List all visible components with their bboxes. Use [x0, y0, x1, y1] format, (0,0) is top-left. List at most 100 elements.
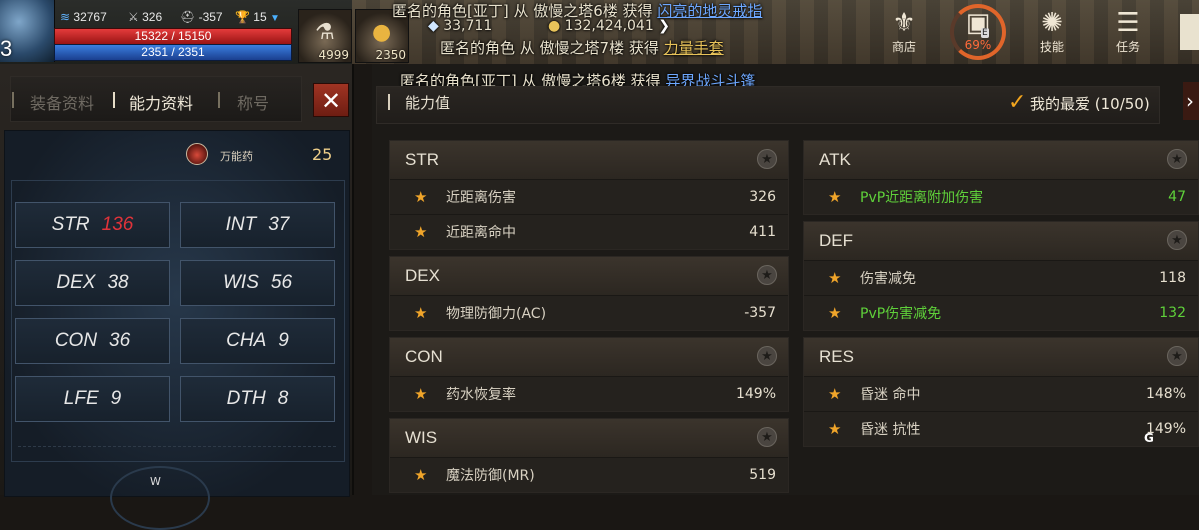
tab-separator [12, 92, 14, 108]
group-title: RES [819, 347, 854, 366]
stat-row-name: 魔法防御(MR) [446, 468, 535, 484]
star-icon: ★ [414, 385, 428, 403]
group-str: STR ★ ★ 近距离伤害 326 ★ 近距离命中 411 [389, 140, 789, 250]
potion-slot-1[interactable]: ⚗ 4999 [298, 9, 352, 63]
stat-row[interactable]: ★ PvP伤害减免 132 [804, 295, 1198, 330]
elixir-name: 万能药 [220, 150, 253, 163]
star-icon: ★ [828, 385, 842, 403]
stat-row[interactable]: ★ 物理防御力(AC) -357 [390, 295, 788, 330]
attack-stat-value: 326 [142, 10, 163, 24]
character-level: 3 [0, 36, 13, 61]
close-button[interactable]: ✕ [313, 83, 349, 117]
menu-skill[interactable]: ✺ 技能 [1024, 8, 1080, 55]
drop-notice-2-item[interactable]: 力量手套 [664, 39, 724, 57]
stat-lfe: LFE 9 [15, 376, 170, 422]
favorite-star-icon[interactable]: ★ [1167, 149, 1187, 169]
sword-icon: ⚔ [128, 10, 139, 24]
quest-scroll-icon: ☰ [1116, 8, 1140, 38]
stat-row-value: -357 [744, 305, 776, 321]
mp-text: 2351 / 2351 [141, 45, 205, 59]
dropdown-arrow-icon[interactable]: ▼ [270, 13, 280, 24]
favorite-star-icon[interactable]: ★ [757, 346, 777, 366]
group-title: WIS [405, 428, 438, 447]
next-arrow-button[interactable]: › [1183, 82, 1199, 120]
divider [18, 446, 336, 447]
stat-row-value: 47 [1168, 189, 1186, 205]
drop-notice-2-text: 匿名的角色 从 傲慢之塔7楼 获得 [440, 39, 664, 57]
stat-wis-label: WIS [222, 272, 259, 293]
trophy-stat-value: 15 [253, 10, 267, 24]
menu-skill-label: 技能 [1039, 40, 1064, 54]
tab-equipment[interactable]: 装备资料 [30, 90, 94, 114]
diamond-value: 33,711 [443, 18, 493, 34]
diamond-icon: ◆ [428, 18, 439, 34]
stat-row-name: PvP伤害减免 [860, 306, 942, 322]
star-icon: ★ [828, 188, 842, 206]
favorite-star-icon[interactable]: ★ [757, 265, 777, 285]
mp-bar: 2351 / 2351 [54, 44, 292, 61]
stat-str: STR 136 [15, 202, 170, 248]
stat-str-label: STR [51, 214, 90, 235]
star-icon: ★ [828, 269, 842, 287]
ability-title: 能力值 [405, 94, 451, 112]
mana-stat: ≋ 32767 [60, 10, 107, 24]
menu-quest[interactable]: ☰ 任务 [1100, 8, 1156, 55]
group-header: ATK ★ [804, 141, 1198, 179]
stat-int-label: INT [225, 214, 257, 235]
stat-con: CON 36 [15, 318, 170, 364]
stat-row[interactable]: ★ 昏迷 命中 148% [804, 376, 1198, 411]
stat-dex: DEX 38 [15, 260, 170, 306]
stat-dth-value: 8 [277, 388, 289, 409]
backpack-badge: E [981, 28, 989, 38]
stat-row[interactable]: ★ 魔法防御(MR) 519 [390, 457, 788, 492]
group-title: CON [405, 347, 443, 366]
stat-row-name: 昏迷 命中 [860, 387, 921, 403]
stat-row[interactable]: ★ 近距离伤害 326 [390, 179, 788, 214]
stat-row[interactable]: ★ 药水恢复率 149% [390, 376, 788, 411]
group-con: CON ★ ★ 药水恢复率 149% [389, 337, 789, 412]
group-header: RES ★ [804, 338, 1198, 376]
star-icon: ★ [414, 223, 428, 241]
menu-shop-label: 商店 [891, 40, 916, 54]
trophy-stat: 🏆 15 ▼ [235, 10, 280, 24]
stat-dex-label: DEX [56, 272, 96, 293]
side-menu-handle[interactable] [1180, 14, 1199, 50]
stat-wis-value: 56 [270, 272, 293, 293]
stat-row[interactable]: ★ 昏迷 抗性 149% [804, 411, 1198, 446]
group-header: STR ★ [390, 141, 788, 179]
potion-slot-2-count: 2350 [375, 48, 406, 62]
group-header: DEF ★ [804, 222, 1198, 260]
favorite-star-icon[interactable]: ★ [757, 149, 777, 169]
favorite-star-icon[interactable]: ★ [757, 427, 777, 447]
stat-int-value: 37 [268, 214, 290, 235]
tab-ability[interactable]: 能力资料 [129, 90, 193, 114]
menu-backpack[interactable]: ▣ 69% [950, 8, 1006, 52]
mana-stat-value: 32767 [73, 10, 107, 24]
stat-con-label: CON [54, 330, 98, 351]
menu-shop[interactable]: ⚜ 商店 [876, 8, 932, 55]
favorite-check-icon[interactable]: ✓ [1008, 90, 1026, 115]
chevron-right-icon[interactable]: ❯ [658, 18, 670, 34]
stat-con-value: 36 [109, 330, 131, 351]
tab-separator-active [113, 92, 115, 108]
menu-quest-label: 任务 [1115, 40, 1140, 54]
favorite-star-icon[interactable]: ★ [1167, 230, 1187, 250]
menu-backpack-label: 69% [964, 38, 992, 52]
group-atk: ATK ★ ★ PvP近距离附加伤害 47 [803, 140, 1199, 215]
stat-row[interactable]: ★ PvP近距离附加伤害 47 [804, 179, 1198, 214]
favorite-star-icon[interactable]: ★ [1167, 346, 1187, 366]
stat-cha-label: CHA [226, 330, 267, 351]
stat-row-value: 326 [749, 189, 776, 205]
stat-lfe-value: 9 [110, 388, 122, 409]
mana-wave-icon: ≋ [60, 10, 71, 24]
stat-lfe-label: LFE [63, 388, 99, 409]
tab-title[interactable]: 称号 [237, 90, 269, 114]
drop-notice-1-item[interactable]: 闪亮的地灵戒指 [657, 2, 762, 20]
close-icon: ✕ [320, 87, 342, 115]
stat-row[interactable]: ★ 近距离命中 411 [390, 214, 788, 249]
favorite-filter[interactable]: 我的最爱 (10/50) [1030, 93, 1150, 114]
stat-row[interactable]: ★ 伤害减免 118 [804, 260, 1198, 295]
group-header: DEX ★ [390, 257, 788, 295]
stat-wis: WIS 56 [180, 260, 335, 306]
elixir-count: 25 [312, 145, 333, 164]
